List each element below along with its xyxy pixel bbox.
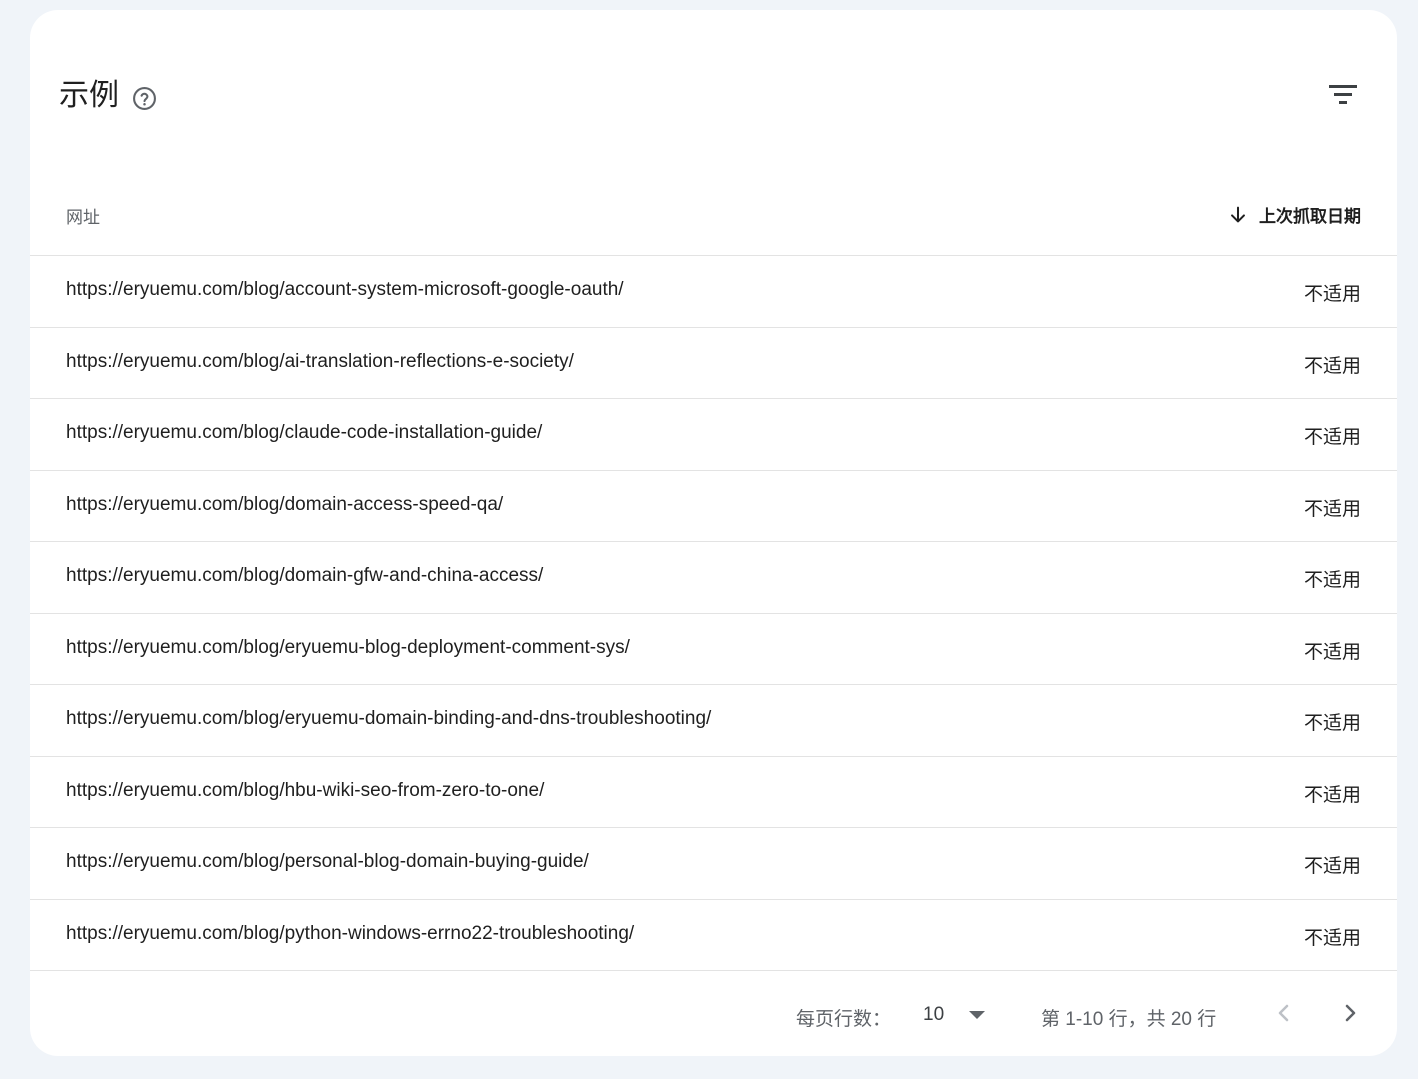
table-row[interactable]: https://eryuemu.com/blog/claude-code-ins…: [30, 399, 1397, 471]
arrow-down-icon: [1231, 206, 1245, 222]
date-cell: 不适用: [1303, 498, 1361, 520]
url-cell: https://eryuemu.com/blog/personal-blog-d…: [66, 851, 589, 872]
url-cell: https://eryuemu.com/blog/eryuemu-blog-de…: [66, 636, 630, 658]
table-row[interactable]: https://eryuemu.com/blog/eryuemu-domain-…: [30, 685, 1397, 757]
table-header: 网址 上次抓取日期: [30, 185, 1397, 256]
table-row[interactable]: https://eryuemu.com/blog/domain-access-s…: [30, 471, 1397, 542]
help-circle-icon[interactable]: [132, 86, 157, 111]
url-cell: https://eryuemu.com/blog/ai-translation-…: [66, 350, 574, 372]
url-cell: https://eryuemu.com/blog/python-windows-…: [66, 922, 635, 944]
table-row[interactable]: https://eryuemu.com/blog/personal-blog-d…: [30, 828, 1397, 900]
column-header-last-crawled[interactable]: 上次抓取日期: [1227, 202, 1361, 227]
date-cell: 不适用: [1303, 570, 1361, 591]
date-cell: 不适用: [1303, 284, 1361, 305]
table-row[interactable]: https://eryuemu.com/blog/hbu-wiki-seo-fr…: [30, 757, 1397, 828]
date-cell: 不适用: [1303, 856, 1361, 877]
rows-per-page-value: 10: [923, 1004, 945, 1025]
column-header-last-crawled-label: 上次抓取日期: [1259, 207, 1361, 226]
date-cell: 不适用: [1303, 927, 1361, 949]
card-title: 示例: [59, 79, 119, 112]
url-cell: https://eryuemu.com/blog/hbu-wiki-seo-fr…: [66, 779, 545, 801]
url-cell: https://eryuemu.com/blog/domain-access-s…: [66, 493, 504, 515]
card-header: 示例: [30, 10, 1397, 180]
column-header-url[interactable]: 网址: [66, 203, 100, 228]
date-cell: 不适用: [1303, 427, 1361, 448]
url-cell: https://eryuemu.com/blog/eryuemu-domain-…: [66, 708, 712, 729]
triangle-down-icon: [969, 1011, 985, 1019]
date-cell: 不适用: [1303, 355, 1361, 377]
chevron-right-icon[interactable]: [1336, 999, 1364, 1027]
rows-per-page-label: 每页行数：: [796, 1009, 892, 1030]
url-cell: https://eryuemu.com/blog/domain-gfw-and-…: [66, 565, 544, 586]
table-row[interactable]: https://eryuemu.com/blog/python-windows-…: [30, 900, 1397, 971]
table-row[interactable]: https://eryuemu.com/blog/eryuemu-blog-de…: [30, 614, 1397, 685]
url-cell: https://eryuemu.com/blog/claude-code-ins…: [66, 422, 543, 443]
table-row[interactable]: https://eryuemu.com/blog/ai-translation-…: [30, 328, 1397, 399]
chevron-left-icon[interactable]: [1270, 999, 1298, 1027]
url-cell: https://eryuemu.com/blog/account-system-…: [66, 279, 624, 300]
date-cell: 不适用: [1303, 784, 1361, 806]
filter-icon[interactable]: [1326, 78, 1360, 112]
table-row[interactable]: https://eryuemu.com/blog/account-system-…: [30, 256, 1397, 328]
table-row[interactable]: https://eryuemu.com/blog/domain-gfw-and-…: [30, 542, 1397, 614]
examples-card: 示例 网址 上次抓取日期 https://eryuemu.com/blog/ac…: [30, 10, 1397, 1056]
page-range-text: 第 1-10 行，共 20 行: [1041, 1009, 1217, 1030]
url-table: 网址 上次抓取日期 https://eryuemu.com/blog/accou…: [30, 185, 1397, 971]
date-cell: 不适用: [1303, 641, 1361, 663]
date-cell: 不适用: [1303, 713, 1361, 734]
rows-per-page-select[interactable]: 10: [923, 1000, 993, 1030]
pagination-bar: 每页行数： 10 第 1-10 行，共 20 行: [30, 988, 1397, 1038]
